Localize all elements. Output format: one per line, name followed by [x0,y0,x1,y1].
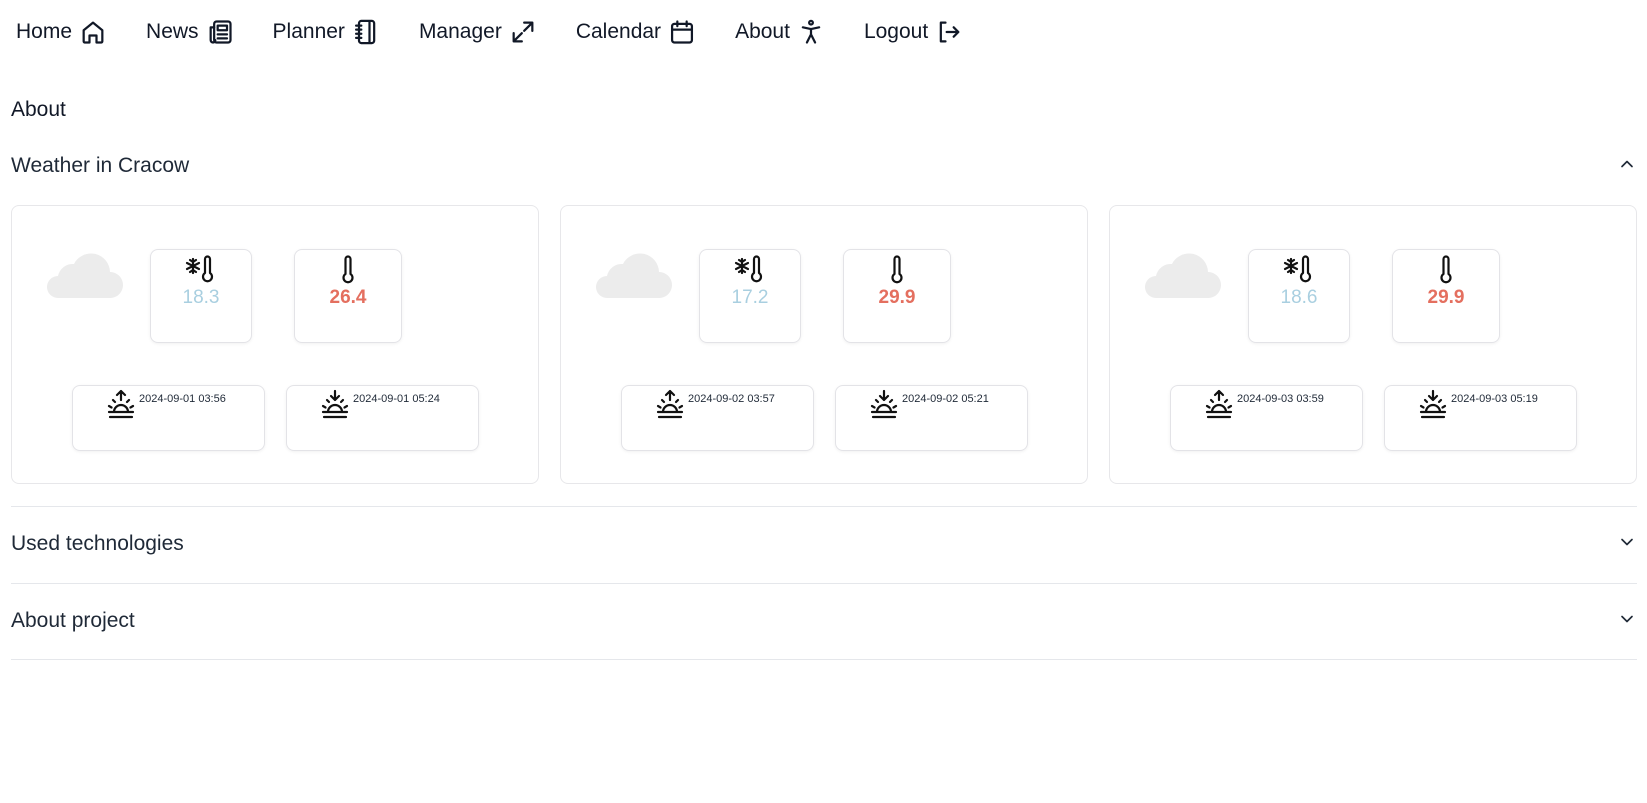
nav-logout-label: Logout [863,20,929,43]
weather-card: 18.3 26.4 2024-09-01 03:56 2024-09-01 05… [11,205,539,484]
sunrise-time: 2024-09-03 03:59 [1237,393,1324,405]
sunrise-box: 2024-09-02 03:57 [621,385,814,451]
max-temp-value: 29.9 [1427,287,1465,308]
weather-card: 18.6 29.9 2024-09-03 03:59 2024-09-03 05… [1109,205,1637,484]
section-divider [11,659,1637,660]
cloud-icon [1138,246,1222,302]
min-temp-box: 18.3 [150,249,252,343]
nav-planner[interactable]: Planner [273,17,381,47]
expand-arrows-icon [508,17,538,47]
max-temp-box: 29.9 [1392,249,1500,343]
nav-about[interactable]: About [735,17,826,47]
project-section-header[interactable]: About project [11,603,1637,639]
nav-calendar-label: Calendar [575,20,662,43]
sunrise-icon [654,388,686,420]
calendar-icon [667,17,697,47]
nav-news[interactable]: News [146,17,235,47]
weather-section-header[interactable]: Weather in Cracow [11,148,1637,184]
thermometer-icon [332,254,364,286]
snowflake-thermometer-icon [185,254,217,286]
max-temp-value: 29.9 [878,287,916,308]
max-temp-box: 26.4 [294,249,402,343]
weather-cards: 18.3 26.4 2024-09-01 03:56 2024-09-01 05… [11,205,1637,484]
cloud-icon [40,246,124,302]
sunset-icon [1417,388,1449,420]
sunset-time: 2024-09-02 05:21 [902,393,989,405]
chevron-down-icon[interactable] [1617,532,1637,557]
sunset-box: 2024-09-01 05:24 [286,385,479,451]
snowflake-thermometer-icon [734,254,766,286]
nav-home[interactable]: Home [16,17,108,47]
chevron-up-icon[interactable] [1617,154,1637,179]
notebook-icon [351,17,381,47]
newspaper-icon [205,17,235,47]
nav-home-label: Home [16,20,73,43]
sunset-time: 2024-09-01 05:24 [353,393,440,405]
sunset-box: 2024-09-03 05:19 [1384,385,1577,451]
sunrise-box: 2024-09-01 03:56 [72,385,265,451]
main-nav: Home News Planner Manager Calendar About [16,14,1002,50]
min-temp-value: 17.2 [731,287,769,308]
sunrise-box: 2024-09-03 03:59 [1170,385,1363,451]
nav-calendar[interactable]: Calendar [576,17,697,47]
technologies-section-title: Used technologies [11,532,184,555]
sunset-time: 2024-09-03 05:19 [1451,393,1538,405]
technologies-section-header[interactable]: Used technologies [11,526,1637,562]
min-temp-value: 18.3 [182,287,220,308]
max-temp-value: 26.4 [329,287,367,308]
cloud-icon [589,246,673,302]
page-title: About [11,98,66,121]
logout-icon [934,17,964,47]
min-temp-value: 18.6 [1280,287,1318,308]
project-section-title: About project [11,609,135,632]
nav-logout[interactable]: Logout [864,17,964,47]
nav-news-label: News [146,20,199,43]
thermometer-icon [1430,254,1462,286]
sunset-icon [868,388,900,420]
sunrise-time: 2024-09-02 03:57 [688,393,775,405]
weather-section-title: Weather in Cracow [11,154,190,177]
sunrise-icon [105,388,137,420]
nav-about-label: About [735,20,790,43]
sunset-icon [319,388,351,420]
sunset-box: 2024-09-02 05:21 [835,385,1028,451]
thermometer-icon [881,254,913,286]
chevron-down-icon[interactable] [1617,609,1637,634]
sunrise-icon [1203,388,1235,420]
weather-card: 17.2 29.9 2024-09-02 03:57 2024-09-02 05… [560,205,1088,484]
nav-planner-label: Planner [272,20,345,43]
min-temp-box: 18.6 [1248,249,1350,343]
section-divider [11,506,1637,507]
snowflake-thermometer-icon [1283,254,1315,286]
nav-manager[interactable]: Manager [419,17,538,47]
accessibility-icon [796,17,826,47]
section-divider [11,583,1637,584]
sunrise-time: 2024-09-01 03:56 [139,393,226,405]
home-icon [78,17,108,47]
nav-manager-label: Manager [418,20,502,43]
max-temp-box: 29.9 [843,249,951,343]
min-temp-box: 17.2 [699,249,801,343]
